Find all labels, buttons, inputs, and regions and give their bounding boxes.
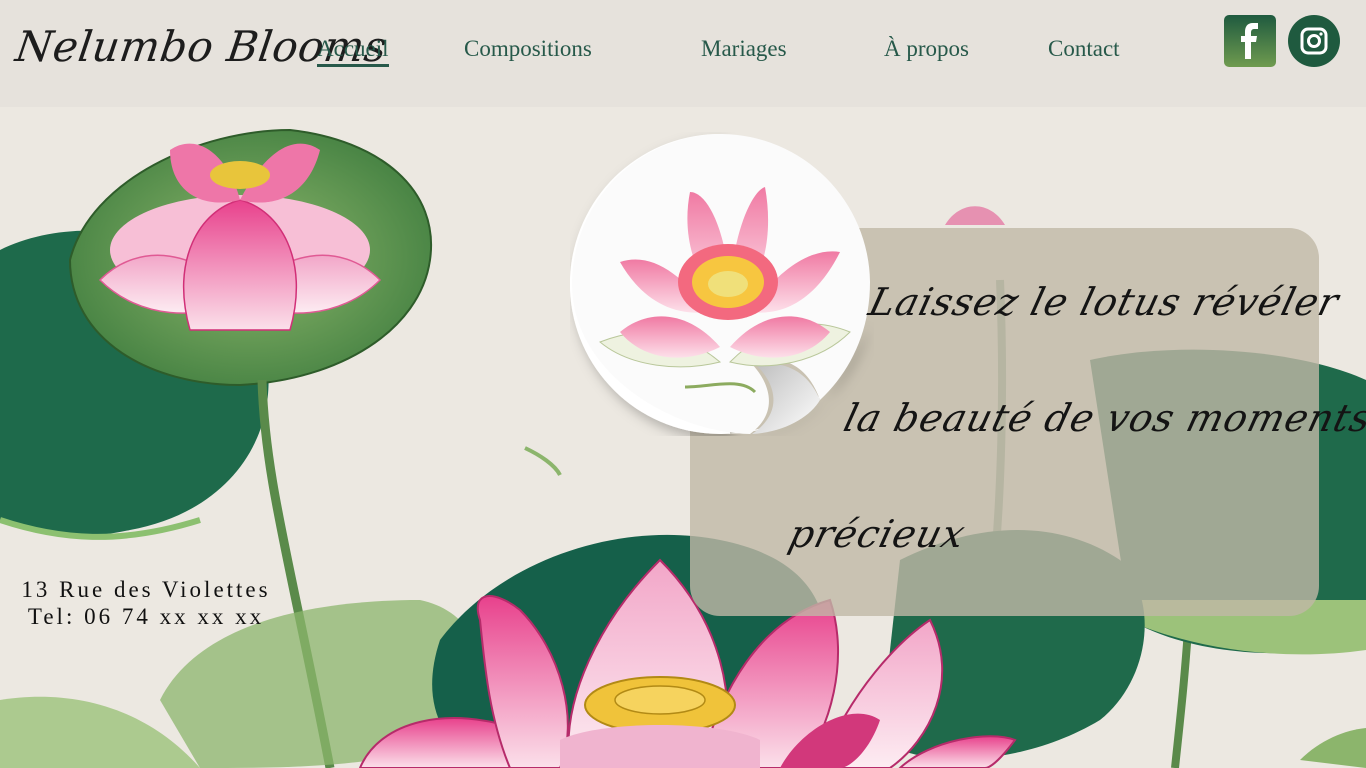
nav-contact[interactable]: Contact — [1048, 36, 1120, 62]
instagram-link[interactable] — [1288, 15, 1340, 67]
nav-compositions[interactable]: Compositions — [464, 36, 592, 62]
facebook-link[interactable] — [1224, 15, 1276, 67]
instagram-icon — [1300, 27, 1328, 55]
tagline-line-2: la beauté de vos moments — [839, 396, 1366, 440]
nav-accueil[interactable]: Accueil — [317, 36, 389, 67]
contact-info: 13 Rue des Violettes Tel: 06 74 xx xx xx — [0, 576, 292, 630]
nav-a-propos[interactable]: À propos — [884, 36, 969, 62]
site-header: Nelumbo Blooms Accueil Compositions Mari… — [0, 0, 1366, 107]
address-text: 13 Rue des Violettes — [21, 577, 271, 602]
nav-mariages[interactable]: Mariages — [701, 36, 787, 62]
tagline-line-3: précieux — [784, 512, 971, 556]
tagline-line-1: Laissez le lotus révéler — [864, 280, 1344, 324]
phone-text: Tel: 06 74 xx xx xx — [27, 604, 265, 629]
lotus-sticker-image — [570, 133, 870, 434]
facebook-icon — [1241, 23, 1258, 59]
